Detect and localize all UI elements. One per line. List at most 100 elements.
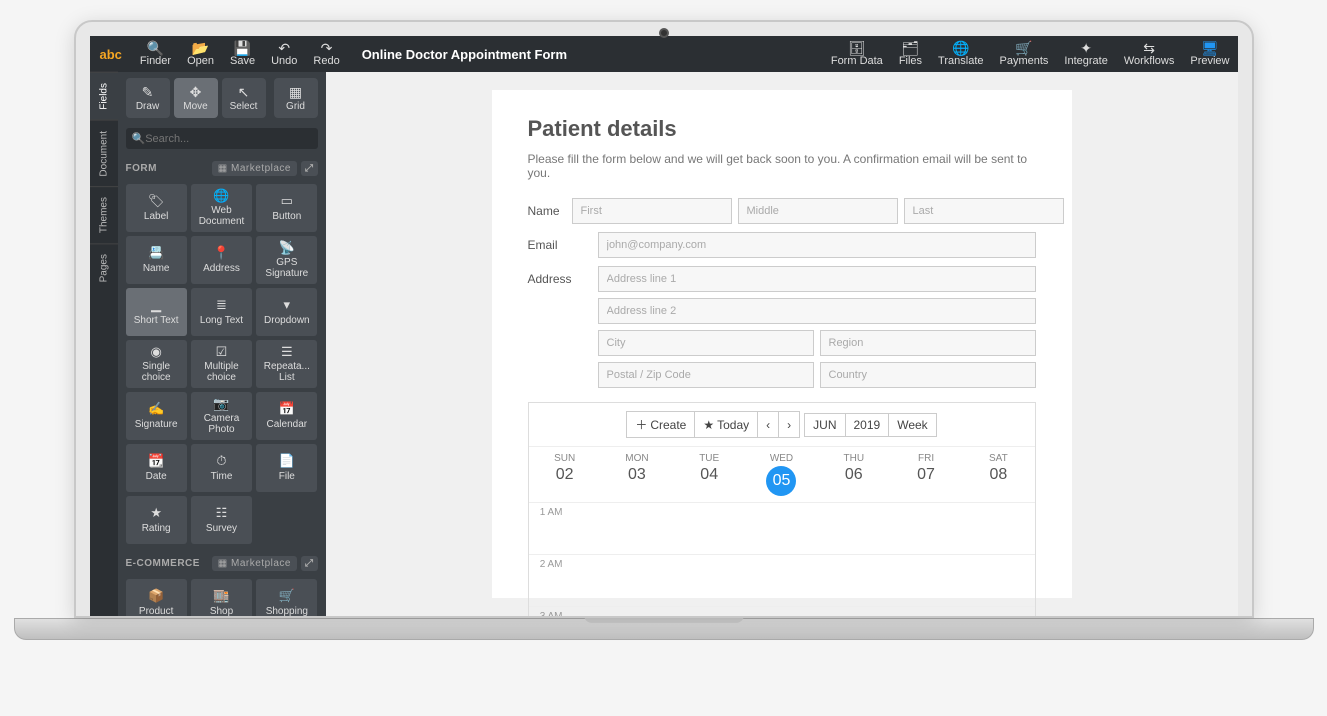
search-input[interactable] — [145, 133, 311, 145]
name-icon: 📇 — [148, 246, 164, 260]
calendar-prev-button[interactable]: ‹ — [758, 411, 779, 438]
field-button[interactable]: ▭Button — [256, 184, 317, 232]
camera-photo-icon: 📷 — [213, 397, 229, 411]
translate-icon: 🌐 — [952, 41, 969, 55]
field-dropdown[interactable]: ▾Dropdown — [256, 288, 317, 336]
field-date[interactable]: 📆Date — [126, 444, 187, 492]
field-web-document[interactable]: 🌐Web Document — [191, 184, 252, 232]
topbar-redo-button[interactable]: ↷Redo — [305, 36, 347, 72]
input-last[interactable] — [904, 198, 1064, 224]
field-shopping[interactable]: 🛒Shopping — [256, 579, 317, 616]
vertical-tabs: FieldsDocumentThemesPages — [90, 72, 118, 616]
tool-grid-button[interactable]: ▦Grid — [274, 78, 318, 118]
tool-move-button[interactable]: ✥Move — [174, 78, 218, 118]
hour-label: 3 AM — [529, 607, 569, 616]
input-first[interactable] — [572, 198, 732, 224]
input-address-line-1[interactable] — [598, 266, 1036, 292]
field-signature[interactable]: ✍Signature — [126, 392, 187, 440]
tool-select-button[interactable]: ↖Select — [222, 78, 266, 118]
input-postal-zip-code[interactable] — [598, 362, 814, 388]
calendar-widget: ＋Create ★Today ‹ › JUN 2019 Week S — [528, 402, 1036, 616]
short-text-icon: ▁ — [151, 298, 161, 312]
redo-icon: ↷ — [321, 41, 333, 55]
open-icon: 📂 — [192, 41, 209, 55]
field-time[interactable]: ⏱Time — [191, 444, 252, 492]
calendar-hour-row[interactable]: 2 AM — [529, 555, 1035, 607]
field-repeata-list[interactable]: ☰Repeata... List — [256, 340, 317, 388]
marketplace-button[interactable]: ▦ Marketplace — [212, 556, 297, 571]
calendar-view-button[interactable]: Week — [889, 413, 936, 437]
field-calendar[interactable]: 📅Calendar — [256, 392, 317, 440]
field-label[interactable]: 🏷Label — [126, 184, 187, 232]
topbar-finder-button[interactable]: 🔍Finder — [132, 36, 179, 72]
undo-icon: ↶ — [278, 41, 290, 55]
topbar-workflows-button[interactable]: ⇆Workflows — [1116, 36, 1183, 72]
calendar-hour-row[interactable]: 1 AM — [529, 503, 1035, 555]
field-rating[interactable]: ★Rating — [126, 496, 187, 544]
calendar-day-05[interactable]: WED05 — [745, 447, 817, 502]
marketplace-button[interactable]: ▦ Marketplace — [212, 161, 297, 176]
calendar-day-03[interactable]: MON03 — [601, 447, 673, 502]
calendar-month-button[interactable]: JUN — [804, 413, 845, 437]
calendar-day-08[interactable]: SAT08 — [962, 447, 1034, 502]
calendar-hour-row[interactable]: 3 AM — [529, 607, 1035, 616]
topbar-files-button[interactable]: 🗂Files — [891, 36, 930, 72]
calendar-day-04[interactable]: TUE04 — [673, 447, 745, 502]
topbar-translate-button[interactable]: 🌐Translate — [930, 36, 991, 72]
field-product[interactable]: 📦Product — [126, 579, 187, 616]
vtab-pages[interactable]: Pages — [90, 243, 118, 292]
calendar-day-02[interactable]: SUN02 — [529, 447, 601, 502]
input-middle[interactable] — [738, 198, 898, 224]
file-icon: 📄 — [279, 454, 295, 468]
field-file[interactable]: 📄File — [256, 444, 317, 492]
calendar-create-button[interactable]: ＋Create — [626, 411, 695, 438]
shop-icon: 🏬 — [213, 589, 229, 603]
topbar-save-button[interactable]: 💾Save — [222, 36, 263, 72]
field-gps-signature[interactable]: 📡GPS Signature — [256, 236, 317, 284]
expand-icon[interactable]: ⤢ — [301, 556, 318, 571]
tool-draw-button[interactable]: ✎Draw — [126, 78, 170, 118]
camera-dot — [659, 28, 669, 38]
form-subtitle: Please fill the form below and we will g… — [528, 152, 1036, 180]
field-grid-e-commerce: 📦Product🏬Shop🛒Shopping — [118, 575, 326, 616]
field-single-choice[interactable]: ◉Single choice — [126, 340, 187, 388]
input-region[interactable] — [820, 330, 1036, 356]
calendar-today-button[interactable]: ★Today — [695, 411, 758, 438]
collapse-sidebar-button[interactable]: › — [322, 78, 326, 102]
move-icon: ✥ — [190, 84, 202, 101]
vtab-document[interactable]: Document — [90, 120, 118, 187]
calendar-day-07[interactable]: FRI07 — [890, 447, 962, 502]
input-address-line-2[interactable] — [598, 298, 1036, 324]
topbar-payments-button[interactable]: 🛒Payments — [992, 36, 1057, 72]
field-address[interactable]: 📍Address — [191, 236, 252, 284]
field-short-text[interactable]: ▁Short Text — [126, 288, 187, 336]
expand-icon[interactable]: ⤢ — [301, 161, 318, 176]
calendar-body[interactable]: 1 AM2 AM3 AM — [529, 503, 1035, 616]
vtab-fields[interactable]: Fields — [90, 72, 118, 120]
field-name[interactable]: 📇Name — [126, 236, 187, 284]
input-city[interactable] — [598, 330, 814, 356]
label-icon: 🏷 — [148, 194, 165, 208]
canvas[interactable]: Patient details Please fill the form bel… — [326, 72, 1238, 616]
topbar-form-data-button[interactable]: 🗄Form Data — [823, 36, 891, 72]
vtab-themes[interactable]: Themes — [90, 186, 118, 243]
field-survey[interactable]: ☷Survey — [191, 496, 252, 544]
field-multiple-choice[interactable]: ☑Multiple choice — [191, 340, 252, 388]
field-camera-photo[interactable]: 📷Camera Photo — [191, 392, 252, 440]
calendar-year-button[interactable]: 2019 — [846, 413, 890, 437]
input-country[interactable] — [820, 362, 1036, 388]
input-john-company-com[interactable] — [598, 232, 1036, 258]
form-row-email: Email — [528, 232, 1036, 258]
multiple-choice-icon: ☑ — [216, 345, 228, 359]
save-icon: 💾 — [234, 41, 251, 55]
calendar-toolbar: ＋Create ★Today ‹ › JUN 2019 Week — [529, 403, 1035, 446]
calendar-day-06[interactable]: THU06 — [818, 447, 890, 502]
topbar-open-button[interactable]: 📂Open — [179, 36, 222, 72]
search-box[interactable]: 🔍 — [126, 128, 318, 149]
field-shop[interactable]: 🏬Shop — [191, 579, 252, 616]
topbar-undo-button[interactable]: ↶Undo — [263, 36, 305, 72]
calendar-next-button[interactable]: › — [779, 411, 800, 438]
topbar-preview-button[interactable]: 🖥Preview — [1182, 36, 1237, 72]
field-long-text[interactable]: ≣Long Text — [191, 288, 252, 336]
topbar-integrate-button[interactable]: ✦Integrate — [1056, 36, 1115, 72]
